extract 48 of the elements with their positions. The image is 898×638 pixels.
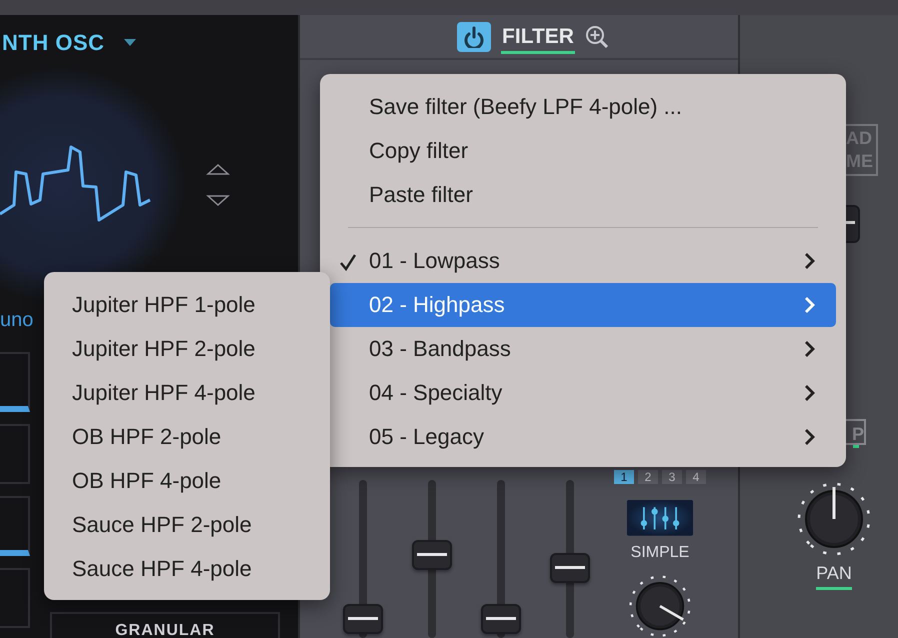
power-button[interactable] <box>457 22 492 52</box>
voice-tab[interactable]: 4 <box>686 470 706 484</box>
chevron-right-icon <box>804 340 816 358</box>
fader-handle[interactable] <box>412 540 452 570</box>
menu-item-label: 02 - Highpass <box>369 292 505 318</box>
menu-item-label: 04 - Specialty <box>369 380 502 406</box>
menu-item[interactable]: Jupiter HPF 1-pole <box>44 283 330 327</box>
menu-item[interactable]: OB HPF 2-pole <box>44 415 330 459</box>
voice-tab[interactable]: 1 <box>614 470 634 484</box>
menu-item-label: 01 - Lowpass <box>369 248 500 274</box>
voice-tab[interactable]: 3 <box>662 470 682 484</box>
granular-button[interactable]: GRANULAR <box>50 612 280 638</box>
menu-item[interactable]: 02 - Highpass <box>330 283 836 327</box>
menu-item[interactable]: Sauce HPF 4-pole <box>44 547 330 591</box>
pan-label: PAN <box>816 563 852 590</box>
power-icon <box>463 26 486 48</box>
fader-handle[interactable] <box>481 604 521 634</box>
menu-item-label: 03 - Bandpass <box>369 336 511 362</box>
menu-item[interactable]: 03 - Bandpass <box>330 327 836 371</box>
fader-handle[interactable] <box>343 604 383 634</box>
osc-title: NTH OSC <box>2 30 104 56</box>
down-arrow-icon[interactable] <box>206 194 230 207</box>
fader-handle[interactable] <box>846 205 860 243</box>
menu-item[interactable]: Sauce HPF 2-pole <box>44 503 330 547</box>
menu-item[interactable]: Paste filter <box>330 173 836 217</box>
chevron-right-icon <box>804 252 816 270</box>
dropdown-arrow-icon[interactable] <box>122 38 136 47</box>
menu-item[interactable]: 05 - Legacy <box>330 415 836 459</box>
menu-item[interactable]: Jupiter HPF 4-pole <box>44 371 330 415</box>
voice-tab[interactable]: 2 <box>638 470 658 484</box>
menu-item[interactable]: OB HPF 4-pole <box>44 459 330 503</box>
chevron-right-icon <box>804 384 816 402</box>
menu-item[interactable]: Jupiter HPF 2-pole <box>44 327 330 371</box>
chevron-right-icon <box>804 428 816 446</box>
menu-item[interactable]: 04 - Specialty <box>330 371 836 415</box>
chevron-right-icon <box>804 296 816 314</box>
mode-label: SIMPLE <box>630 544 690 562</box>
checkmark-icon <box>339 253 357 271</box>
menu-item-label: 05 - Legacy <box>369 424 484 450</box>
pan-knob[interactable] <box>796 481 872 557</box>
filter-title: FILTER <box>501 25 575 54</box>
zoom-in-icon[interactable] <box>584 24 609 48</box>
menu-item[interactable]: Copy filter <box>330 129 836 173</box>
menu-item[interactable]: 01 - Lowpass <box>330 239 836 283</box>
osc-subtitle: uno <box>0 308 34 332</box>
up-arrow-icon[interactable] <box>206 163 230 176</box>
fader-handle[interactable] <box>550 552 590 583</box>
menu-item[interactable]: Save filter (Beefy LPF 4-pole) ... <box>330 85 836 129</box>
